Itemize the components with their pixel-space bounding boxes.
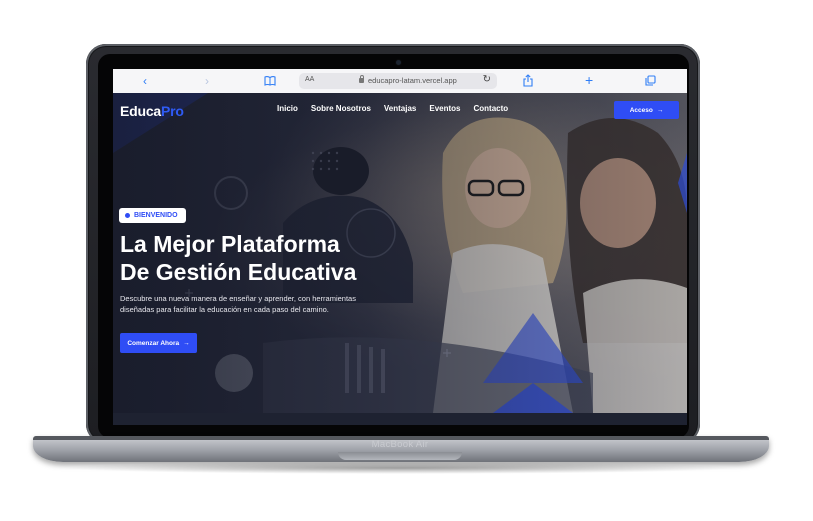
laptop-shadow (60, 462, 740, 474)
arrow-right-icon: → (656, 106, 664, 114)
logo[interactable]: EducaPro (120, 103, 184, 119)
website: EducaPro Inicio Sobre Nosotros Ventajas … (113, 93, 687, 425)
start-now-button[interactable]: Comenzar Ahora → (120, 333, 197, 353)
hero-title: La Mejor Plataforma De Gestión Educativa (120, 230, 460, 286)
hero-title-line1: La Mejor Plataforma (120, 231, 340, 257)
laptop-notch (338, 452, 462, 460)
nav-link-sobre-nosotros[interactable]: Sobre Nosotros (311, 104, 371, 113)
lock-icon (359, 75, 364, 83)
nav-link-contacto[interactable]: Contacto (474, 104, 509, 113)
hero-description-line1: Descubre una nueva manera de enseñar y a… (120, 294, 356, 303)
chevron-left-icon[interactable]: ‹ (143, 74, 147, 88)
device-brand-label: MacBook Air (371, 439, 429, 450)
reload-icon[interactable]: ↻ (483, 74, 491, 85)
screen: ‹ › AA educapro-latam.vercel.app ↻ + Edu… (113, 69, 687, 425)
nav-link-ventajas[interactable]: Ventajas (384, 104, 416, 113)
text-size-button[interactable]: AA (305, 76, 314, 83)
welcome-badge: BIENVENIDO (119, 208, 186, 223)
badge-dot-icon (125, 213, 130, 218)
hero-description-line2: diseñadas para facilitar la educación en… (120, 305, 329, 314)
tabs-icon[interactable] (645, 75, 656, 86)
address-bar[interactable]: AA educapro-latam.vercel.app ↻ (299, 73, 497, 89)
nav-menu: Inicio Sobre Nosotros Ventajas Eventos C… (277, 104, 508, 113)
share-icon[interactable] (523, 74, 533, 87)
nav-link-inicio[interactable]: Inicio (277, 104, 298, 113)
start-now-label: Comenzar Ahora (127, 339, 180, 347)
hero-description: Descubre una nueva manera de enseñar y a… (120, 293, 420, 315)
chevron-right-icon[interactable]: › (205, 74, 209, 88)
browser-toolbar: ‹ › AA educapro-latam.vercel.app ↻ + (113, 69, 687, 94)
logo-primary: Educa (120, 103, 162, 119)
arrow-right-icon: → (183, 339, 190, 347)
logo-accent: Pro (161, 103, 184, 119)
next-section-edge (113, 413, 687, 425)
badge-text: BIENVENIDO (134, 212, 178, 219)
hero-title-line2: De Gestión Educativa (120, 259, 357, 285)
plus-icon[interactable]: + (585, 73, 593, 87)
camera-icon (396, 60, 401, 65)
url-text: educapro-latam.vercel.app (368, 76, 457, 85)
book-icon[interactable] (264, 75, 276, 86)
access-button-label: Acceso (629, 106, 653, 114)
nav-link-eventos[interactable]: Eventos (429, 104, 460, 113)
access-button[interactable]: Acceso → (614, 101, 679, 119)
